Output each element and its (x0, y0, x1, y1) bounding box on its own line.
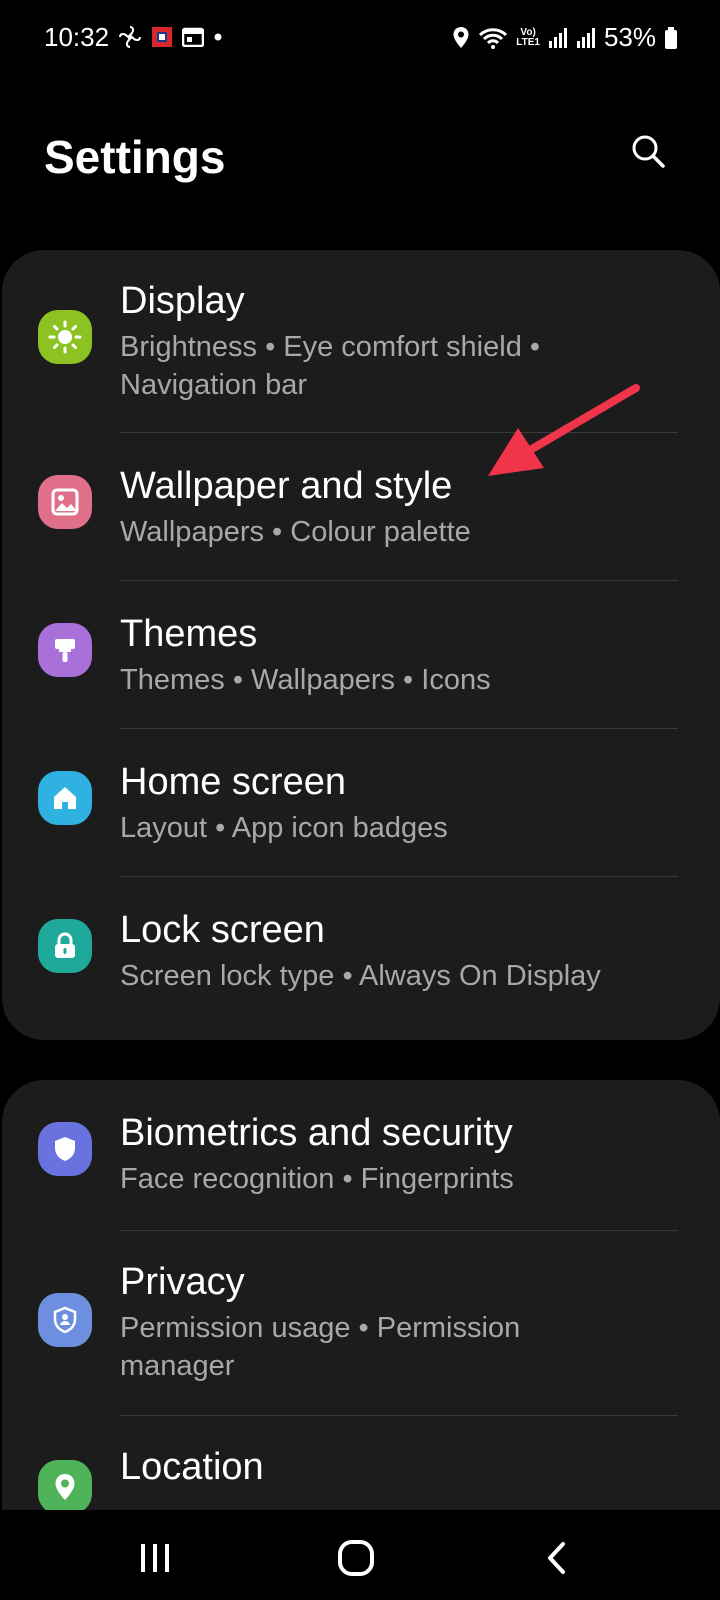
paintbrush-icon (55, 639, 75, 662)
wallpaper-subtitle: Wallpapers • Colour palette (120, 516, 471, 548)
settings-item-lock-screen[interactable]: Lock screen Screen lock type • Always On… (2, 877, 720, 1040)
themes-title: Themes (120, 613, 258, 655)
biometrics-title: Biometrics and security (120, 1112, 513, 1154)
home-screen-icon-badge (38, 771, 92, 825)
search-icon (632, 135, 665, 168)
settings-group-display: Display Brightness • Eye comfort shield … (2, 250, 720, 1040)
settings-item-biometrics-and-security[interactable]: Biometrics and security Face recognition… (2, 1080, 720, 1230)
signal-strength-2-icon (576, 27, 595, 48)
shield-icon (55, 1137, 75, 1161)
settings-item-wallpaper-and-style[interactable]: Wallpaper and style Wallpapers • Colour … (2, 433, 720, 580)
volte-indicator: Vo) LTE1 (516, 26, 540, 48)
status-time: 10:32 (44, 22, 110, 52)
biometrics-icon-badge (38, 1122, 92, 1176)
display-icon-badge (38, 310, 92, 364)
settings-item-privacy[interactable]: Privacy Permission usage • Permission ma… (2, 1231, 720, 1415)
privacy-shield-icon (53, 1306, 77, 1334)
privacy-subtitle: Permission usage • Permission manager (120, 1312, 521, 1382)
home-screen-title: Home screen (120, 761, 346, 803)
location-icon-badge (38, 1460, 92, 1510)
home-icon (54, 787, 76, 809)
privacy-icon-badge (38, 1293, 92, 1347)
lte-label: LTE1 (516, 36, 540, 48)
volte-label: Vo) (520, 26, 536, 38)
lock-icon (55, 932, 75, 958)
home-screen-subtitle: Layout • App icon badges (120, 812, 448, 844)
settings-group-security: Biometrics and security Face recognition… (2, 1080, 720, 1510)
pinwheel-icon (119, 26, 141, 48)
notification-dot-icon (214, 33, 222, 41)
home-button-icon (338, 1540, 374, 1576)
lock-screen-icon-badge (38, 919, 92, 973)
settings-item-display[interactable]: Display Brightness • Eye comfort shield … (2, 250, 720, 432)
themes-subtitle: Themes • Wallpapers • Icons (120, 664, 491, 696)
home-button[interactable] (326, 1528, 386, 1588)
search-button[interactable] (625, 128, 671, 174)
sun-icon (48, 320, 82, 354)
privacy-title: Privacy (120, 1261, 245, 1303)
location-status-icon (453, 26, 469, 48)
display-title: Display (120, 280, 245, 322)
display-subtitle: Brightness • Eye comfort shield • Naviga… (120, 331, 541, 401)
wallpaper-title: Wallpaper and style (120, 465, 453, 507)
recents-button[interactable] (125, 1528, 185, 1588)
wallpaper-icon-badge (38, 475, 92, 529)
signal-strength-icon (548, 27, 567, 48)
calendar-icon (182, 27, 204, 47)
settings-item-home-screen[interactable]: Home screen Layout • App icon badges (2, 729, 720, 876)
lock-screen-title: Lock screen (120, 909, 325, 951)
settings-item-themes[interactable]: Themes Themes • Wallpapers • Icons (2, 581, 720, 728)
battery-percent: 53% (603, 22, 656, 52)
app-badge-icon (152, 27, 172, 47)
location-pin-icon (55, 1474, 75, 1500)
settings-item-location[interactable]: Location (2, 1416, 720, 1510)
wifi-icon (479, 27, 508, 49)
notification-icons (118, 25, 223, 49)
location-title: Location (120, 1446, 264, 1488)
battery-icon (665, 26, 677, 49)
image-icon (51, 488, 79, 516)
status-bar: 10:32 Vo) LTE1 53% (0, 0, 720, 80)
back-button[interactable] (527, 1528, 587, 1588)
navigation-bar (0, 1510, 720, 1600)
recents-icon (141, 1544, 169, 1572)
page-title: Settings (44, 131, 226, 183)
system-status-icons: Vo) LTE1 53% (452, 22, 678, 53)
biometrics-subtitle: Face recognition • Fingerprints (120, 1163, 514, 1195)
lock-screen-subtitle: Screen lock type • Always On Display (120, 960, 601, 992)
back-icon (548, 1542, 565, 1574)
themes-icon-badge (38, 623, 92, 677)
